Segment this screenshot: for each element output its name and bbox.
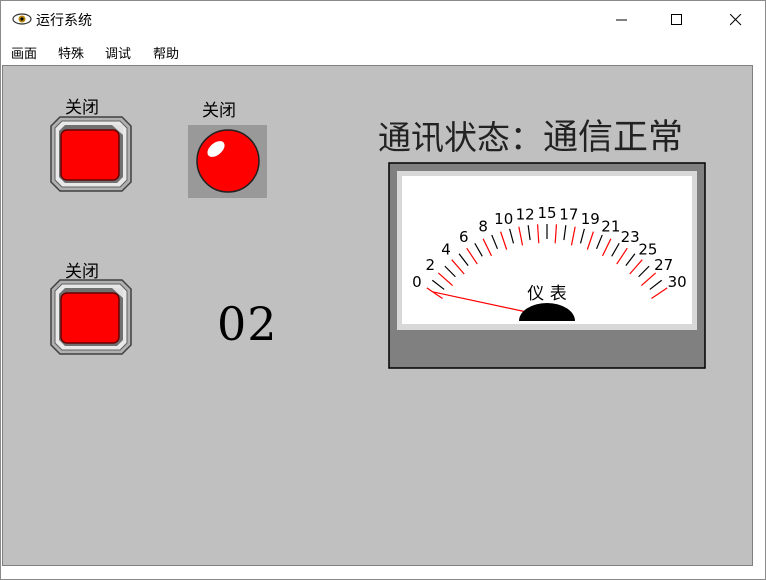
gauge-tick-label: 15 (537, 204, 556, 222)
menu-help[interactable]: 帮助 (153, 43, 179, 62)
title-bar: 运行系统 (1, 1, 765, 39)
eye-icon (12, 13, 32, 25)
gauge-label: 仪 表 (527, 284, 566, 304)
maximize-icon (671, 14, 682, 25)
toggle-button-1[interactable] (50, 116, 132, 192)
menu-debug[interactable]: 调试 (105, 43, 131, 62)
gauge-tick-label: 4 (441, 241, 451, 259)
close-button[interactable] (713, 1, 759, 39)
lamp-label: 关闭 (202, 101, 236, 121)
minimize-icon (616, 19, 627, 21)
window-title: 运行系统 (36, 13, 92, 29)
numeric-display: 02 (217, 297, 278, 351)
comm-status-label: 通讯状态： (378, 118, 543, 157)
lamp-icon (196, 129, 260, 193)
menu-bar: 画面 特殊 调试 帮助 (1, 40, 765, 63)
comm-status-value: 通信正常 (543, 118, 684, 158)
close-icon (730, 14, 742, 26)
gauge-tick-label: 21 (601, 218, 620, 236)
gauge-tick-label: 2 (426, 256, 436, 274)
menu-screen[interactable]: 画面 (11, 43, 37, 62)
gauge-tick-label: 30 (668, 273, 687, 291)
gauge-tick-label: 19 (581, 210, 600, 228)
indicator-lamp (188, 125, 267, 198)
analog-gauge: 02468 10 12 15 17 19 2123252730 仪 表 (388, 162, 706, 369)
menu-special[interactable]: 特殊 (58, 43, 84, 62)
gauge-tick-label: 23 (621, 228, 640, 246)
button1-label: 关闭 (65, 98, 99, 118)
gauge-tick-label: 8 (478, 218, 488, 236)
gauge-tick-label: 27 (654, 256, 673, 274)
gauge-tick-label: 6 (459, 228, 469, 246)
app-window: 运行系统 画面 特殊 调试 帮助 关闭 关闭 关闭 02 通讯状态：通信正常 0… (0, 0, 766, 580)
gauge-tick-label: 0 (412, 273, 422, 291)
gauge-tick-label: 12 (516, 206, 535, 224)
gauge-tick-label: 10 (494, 210, 513, 228)
comm-status: 通讯状态：通信正常 (378, 109, 683, 160)
minimize-button[interactable] (599, 1, 645, 39)
maximize-button[interactable] (654, 1, 700, 39)
toggle-button-2[interactable] (50, 279, 132, 355)
gauge-tick-label: 17 (559, 206, 578, 224)
